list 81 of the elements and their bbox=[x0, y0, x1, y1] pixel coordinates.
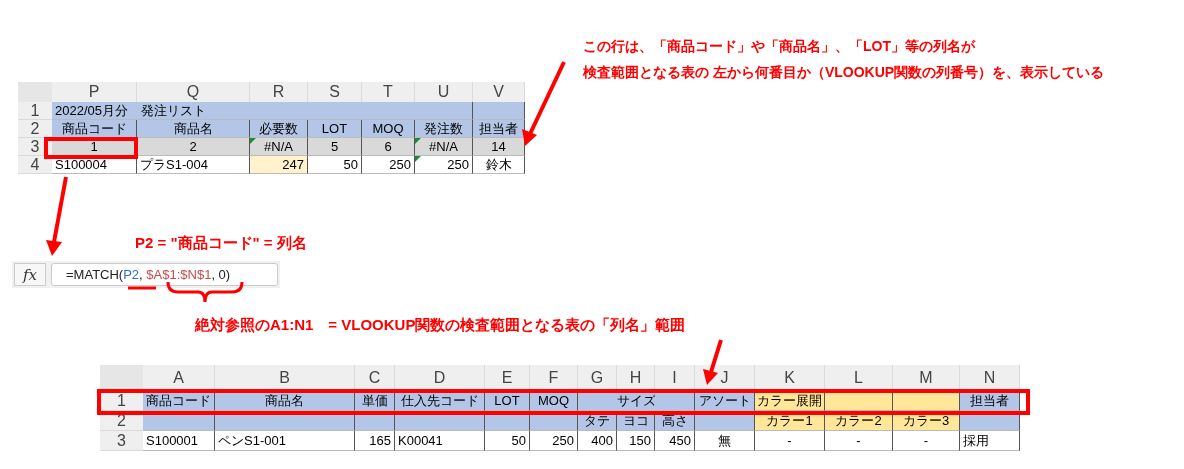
table-cell: 14 bbox=[473, 138, 525, 156]
table-cell: K00041 bbox=[395, 431, 485, 451]
table-cell: 450 bbox=[655, 431, 695, 451]
table-cell: - bbox=[893, 431, 960, 451]
annotation-text: P2 = "商品コード" = 列名 bbox=[135, 234, 307, 253]
table-cell: 発注数 bbox=[415, 120, 473, 138]
table-cell: ペンS1-001 bbox=[215, 431, 355, 451]
row-header[interactable]: 3 bbox=[100, 431, 143, 451]
table-cell: LOT bbox=[308, 120, 362, 138]
row-header[interactable]: 2 bbox=[18, 120, 52, 138]
column-header[interactable]: U bbox=[415, 82, 473, 102]
table-cell: 250 bbox=[415, 156, 473, 174]
table-cell: #N/A bbox=[250, 138, 308, 156]
table-cell: S100001 bbox=[143, 431, 215, 451]
table-cell: 無 bbox=[695, 431, 755, 451]
table-cell: 50 bbox=[485, 431, 530, 451]
table-cell: 担当者 bbox=[960, 391, 1020, 411]
table-cell: LOT bbox=[485, 391, 530, 411]
table-cell: 2022/05月分 発注リスト bbox=[52, 102, 473, 120]
table-cell: サイズ bbox=[617, 391, 655, 411]
table-cell: 鈴木 bbox=[473, 156, 525, 174]
column-header[interactable]: L bbox=[825, 365, 893, 391]
arrow bbox=[703, 339, 723, 385]
column-header[interactable]: S bbox=[308, 82, 362, 102]
column-header[interactable]: F bbox=[530, 365, 578, 391]
table-cell: - bbox=[755, 431, 825, 451]
column-header[interactable]: Q bbox=[137, 82, 250, 102]
annotation-text: 絶対参照のA1:N1 = VLOOKUP関数の検査範囲となる表の「列名」範囲 bbox=[195, 316, 686, 335]
table-cell: 商品コード bbox=[143, 391, 215, 411]
table-cell: カラー展開 bbox=[755, 391, 825, 411]
column-header[interactable]: I bbox=[655, 365, 695, 391]
table-cell: 150 bbox=[617, 431, 655, 451]
insert-function-button[interactable]: fx bbox=[14, 263, 46, 286]
column-header[interactable]: P bbox=[52, 82, 137, 102]
table-cell: MOQ bbox=[530, 391, 578, 411]
row-header[interactable]: 4 bbox=[18, 156, 52, 174]
column-header[interactable]: E bbox=[485, 365, 530, 391]
table-cell: 必要数 bbox=[250, 120, 308, 138]
table-cell: 2 bbox=[137, 138, 250, 156]
table-cell: 50 bbox=[308, 156, 362, 174]
table-cell bbox=[473, 102, 525, 120]
table-cell: 採用 bbox=[960, 431, 1020, 451]
table-cell: 6 bbox=[362, 138, 415, 156]
column-header[interactable]: H bbox=[617, 365, 655, 391]
table-cell: S100004 bbox=[52, 156, 137, 174]
column-header[interactable]: M bbox=[893, 365, 960, 391]
table-cell bbox=[655, 391, 695, 411]
column-header[interactable]: D bbox=[395, 365, 485, 391]
table-cell: 仕入先コード bbox=[395, 391, 485, 411]
table-cell: 247 bbox=[250, 156, 308, 174]
annotation-text: 検査範囲となる表の 左から何番目か（VLOOKUP関数の列番号）を、表示している bbox=[583, 64, 1105, 82]
table-cell: #N/A bbox=[415, 138, 473, 156]
table-cell bbox=[825, 391, 893, 411]
annotation-text: この行は、「商品コード」や「商品名」、「LOT」等の列名が bbox=[583, 38, 977, 56]
table-cell: 商品名 bbox=[137, 120, 250, 138]
table-cell: 担当者 bbox=[473, 120, 525, 138]
table-cell: MOQ bbox=[362, 120, 415, 138]
table-cell: 商品名 bbox=[215, 391, 355, 411]
column-header[interactable]: N bbox=[960, 365, 1020, 391]
table-cell: - bbox=[825, 431, 893, 451]
column-header[interactable]: K bbox=[755, 365, 825, 391]
row-header[interactable]: 1 bbox=[18, 102, 52, 120]
column-header[interactable]: R bbox=[250, 82, 308, 102]
table-cell: 165 bbox=[355, 431, 395, 451]
table-cell bbox=[893, 391, 960, 411]
column-header[interactable]: C bbox=[355, 365, 395, 391]
table-cell: 5 bbox=[308, 138, 362, 156]
table-cell: 単価 bbox=[355, 391, 395, 411]
table-cell bbox=[578, 391, 617, 411]
underline-mark bbox=[128, 286, 156, 290]
table-cell: 250 bbox=[362, 156, 415, 174]
table-cell: 400 bbox=[578, 431, 617, 451]
column-header[interactable]: G bbox=[578, 365, 617, 391]
table-cell: アソート bbox=[695, 391, 755, 411]
column-header[interactable]: V bbox=[473, 82, 525, 102]
column-header[interactable]: B bbox=[215, 365, 355, 391]
column-header[interactable]: A bbox=[143, 365, 215, 391]
column-header[interactable]: T bbox=[362, 82, 415, 102]
table-cell: 250 bbox=[530, 431, 578, 451]
formula-field[interactable]: =MATCH(P2, $A$1:$N$1, 0) bbox=[51, 263, 278, 286]
table-cell: 商品コード bbox=[52, 120, 137, 138]
